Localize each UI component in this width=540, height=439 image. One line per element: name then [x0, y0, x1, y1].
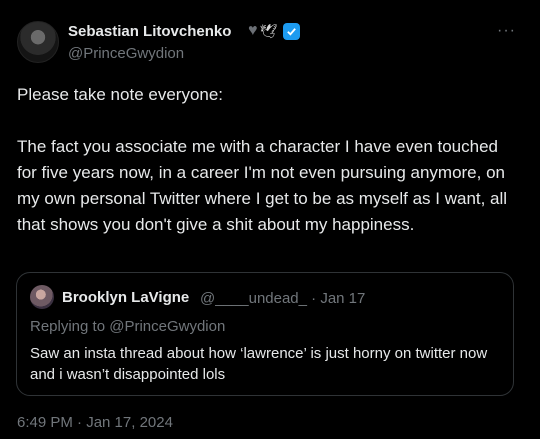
author-avatar[interactable] — [17, 21, 59, 63]
black-heart-icon: ♥ — [248, 22, 258, 39]
author-display-name[interactable]: Sebastian Litovchenko — [68, 23, 231, 40]
quoted-replying-to[interactable]: Replying to @PrinceGwydion — [30, 318, 225, 335]
verified-badge-icon — [283, 22, 301, 40]
tweet-paragraph-2: The fact you associate me with a charact… — [17, 137, 508, 234]
quoted-author-avatar[interactable] — [30, 285, 54, 309]
quoted-tweet-text: Saw an insta thread about how ‘lawrence’… — [30, 345, 488, 383]
quoted-tweet[interactable]: Brooklyn LaVigne @____undead_ · Jan 17 R… — [16, 272, 514, 396]
wing-icon: 🕊 — [259, 23, 278, 39]
tweet-paragraph-1: Please take note everyone: — [17, 85, 224, 104]
more-options-icon[interactable]: ··· — [497, 22, 516, 40]
tweet-timestamp[interactable]: 6:49 PM · Jan 17, 2024 — [17, 414, 173, 431]
quoted-author-name[interactable]: Brooklyn LaVigne — [62, 289, 189, 306]
author-badges: ♥ 🕊 — [248, 22, 301, 40]
tweet-body: Please take note everyone: The fact you … — [17, 82, 517, 238]
quoted-author-meta: @____undead_ · Jan 17 — [200, 290, 366, 307]
author-handle[interactable]: @PrinceGwydion — [68, 45, 184, 62]
